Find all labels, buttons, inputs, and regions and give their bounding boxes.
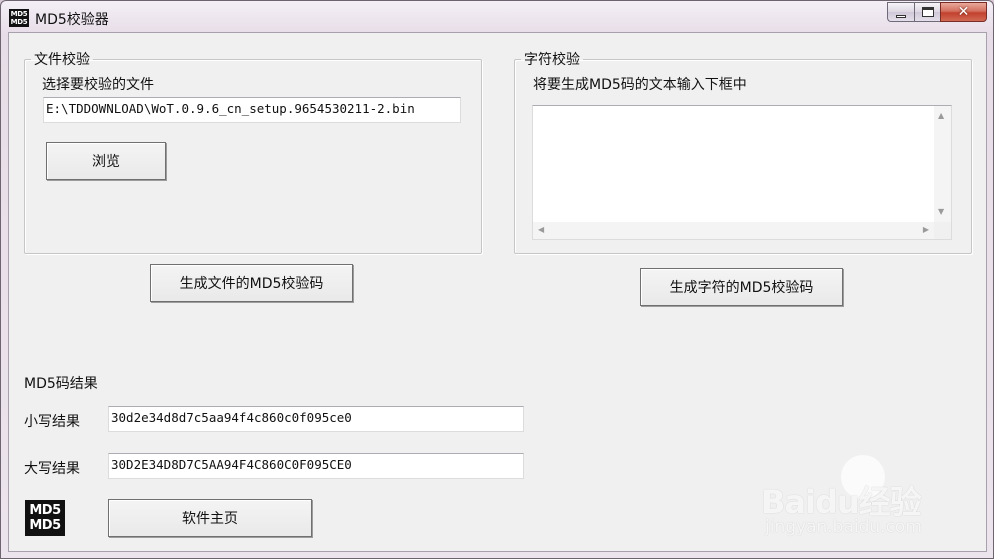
horizontal-scrollbar[interactable]: ◀ ▶ bbox=[533, 222, 934, 239]
maximize-button[interactable] bbox=[914, 2, 940, 22]
title-bar[interactable]: MD5 MD5 MD5校验器 ✕ bbox=[1, 1, 993, 33]
generate-string-md5-button[interactable]: 生成字符的MD5校验码 bbox=[640, 268, 843, 306]
vertical-scrollbar[interactable]: ▲ ▼ bbox=[934, 106, 951, 222]
string-check-legend: 字符校验 bbox=[524, 52, 580, 68]
md5-app-icon: MD5 MD5 bbox=[9, 9, 29, 27]
file-path-input[interactable]: E:\TDDOWNLOAD\WoT.0.9.6_cn_setup.9654530… bbox=[43, 97, 461, 123]
maximize-icon bbox=[921, 7, 934, 17]
string-input-label: 将要生成MD5码的文本输入下框中 bbox=[533, 77, 747, 93]
generate-file-md5-button[interactable]: 生成文件的MD5校验码 bbox=[150, 264, 353, 302]
close-button[interactable]: ✕ bbox=[940, 2, 987, 22]
watermark-url: jingyan.baidu.com bbox=[765, 517, 922, 537]
scrollbar-corner bbox=[934, 222, 951, 239]
browse-button[interactable]: 浏览 bbox=[46, 142, 166, 180]
md5-logo: MD5 MD5 bbox=[25, 500, 65, 536]
window-title: MD5校验器 bbox=[35, 12, 109, 28]
minimize-button[interactable] bbox=[887, 2, 914, 22]
string-textarea[interactable]: ▲ ▼ ◀ ▶ bbox=[532, 105, 952, 240]
scroll-right-arrow-icon[interactable]: ▶ bbox=[923, 226, 929, 234]
close-icon: ✕ bbox=[957, 4, 970, 20]
scroll-left-arrow-icon[interactable]: ◀ bbox=[538, 226, 544, 234]
scroll-up-arrow-icon[interactable]: ▲ bbox=[938, 112, 944, 120]
lowercase-result-field[interactable]: 30d2e34d8d7c5aa94f4c860c0f095ce0 bbox=[108, 406, 524, 432]
baidu-watermark: Baidu经验 jingyan.baidu.com bbox=[761, 449, 961, 539]
uppercase-result-label: 大写结果 bbox=[24, 461, 80, 477]
homepage-button[interactable]: 软件主页 bbox=[108, 499, 312, 537]
scroll-down-arrow-icon[interactable]: ▼ bbox=[938, 208, 944, 216]
lowercase-result-label: 小写结果 bbox=[24, 414, 80, 430]
minimize-icon bbox=[896, 14, 906, 18]
uppercase-result-field[interactable]: 30D2E34D8D7C5AA94F4C860C0F095CE0 bbox=[108, 453, 524, 479]
file-check-legend: 文件校验 bbox=[34, 52, 90, 68]
caption-buttons: ✕ bbox=[887, 2, 987, 22]
select-file-label: 选择要校验的文件 bbox=[42, 77, 154, 93]
app-window: MD5 MD5 MD5校验器 ✕ 文件校验 选择要校验的文件 E:\TDDOWNL… bbox=[0, 0, 994, 559]
md5-result-heading: MD5码结果 bbox=[24, 376, 98, 392]
